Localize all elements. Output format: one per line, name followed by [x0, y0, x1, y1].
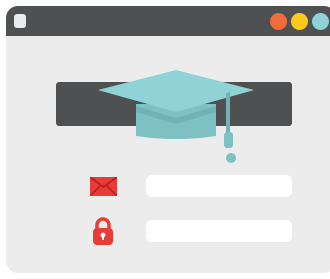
- close-button[interactable]: [270, 13, 287, 30]
- cap-tassel-bead: [226, 153, 236, 163]
- password-field[interactable]: [146, 220, 292, 242]
- email-field[interactable]: [146, 175, 292, 197]
- cap-tassel-end: [224, 132, 233, 148]
- lock-icon: [93, 217, 113, 245]
- graduation-cap-icon: [98, 70, 254, 163]
- app-window: [6, 6, 330, 273]
- minimize-button[interactable]: [291, 13, 308, 30]
- maximize-button[interactable]: [312, 13, 329, 30]
- cap-board: [98, 70, 254, 112]
- menu-square-icon[interactable]: [14, 14, 26, 28]
- title-bar: [6, 6, 330, 36]
- cap-tassel-cord: [226, 92, 230, 136]
- mail-icon: [90, 177, 117, 196]
